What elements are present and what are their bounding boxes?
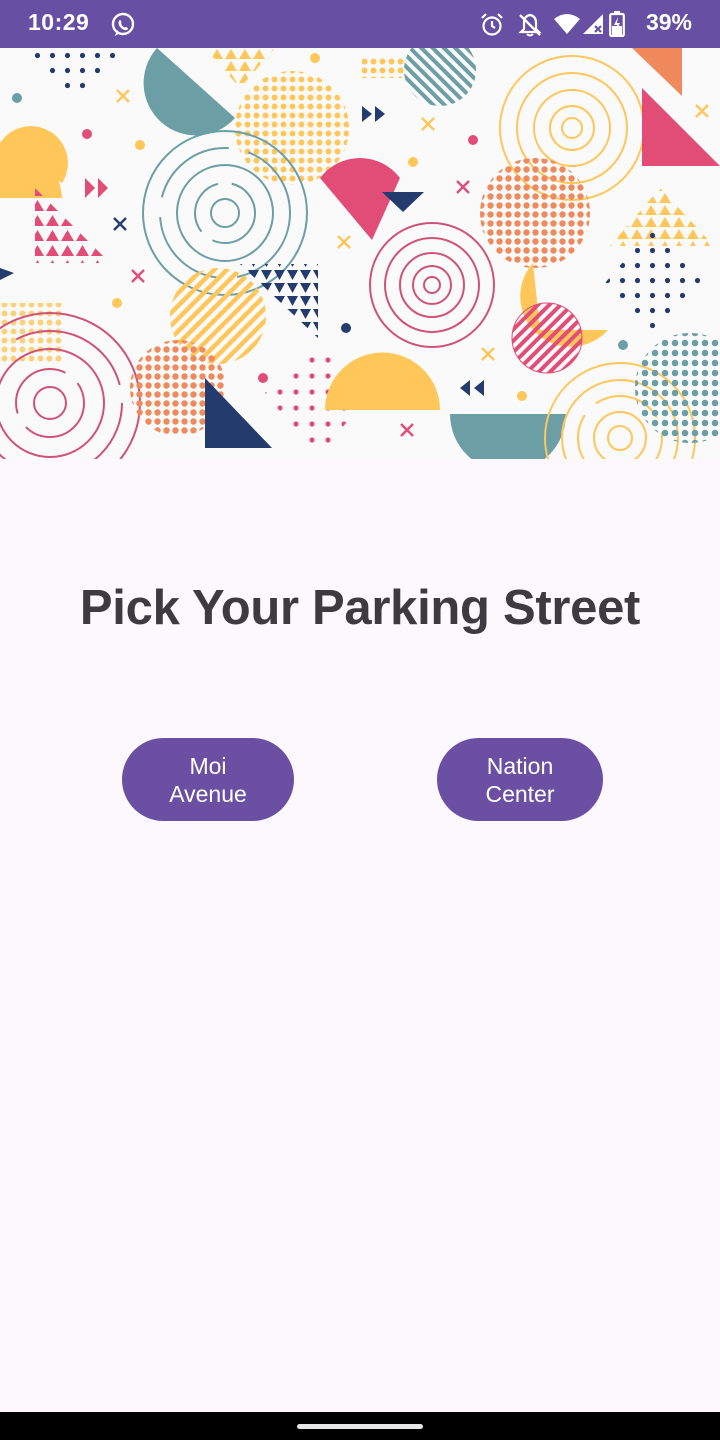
moi-avenue-label: Moi Avenue — [169, 752, 247, 807]
notifications-off-icon — [517, 12, 543, 43]
status-bar: 10:29 39% — [0, 0, 720, 48]
status-time: 10:29 — [28, 9, 90, 35]
cell-signal-icon — [581, 12, 605, 41]
battery-percent: 39% — [645, 9, 692, 35]
alarm-icon — [479, 12, 505, 43]
page-title: Pick Your Parking Street — [79, 581, 641, 635]
whatsapp-icon — [109, 11, 137, 44]
home-gesture-handle[interactable] — [297, 1424, 423, 1429]
nation-center-label: Nation Center — [485, 752, 555, 807]
battery-icon — [609, 11, 625, 42]
moi-avenue-button[interactable]: Moi Avenue — [122, 738, 294, 821]
wifi-icon — [553, 12, 581, 41]
navigation-bar — [0, 1412, 720, 1440]
nation-center-button[interactable]: Nation Center — [437, 738, 603, 821]
banner-image — [0, 48, 720, 459]
